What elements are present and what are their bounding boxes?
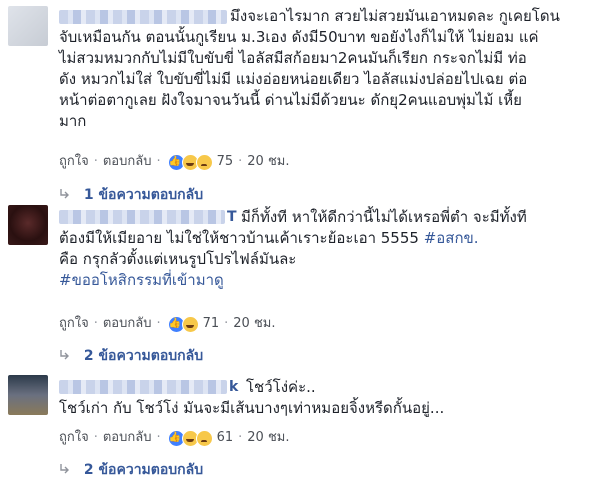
reaction-count: 71 <box>202 316 220 331</box>
comment-line: มาก <box>59 112 87 130</box>
view-replies-link[interactable]: 2 ข้อความตอบกลับ <box>59 461 203 479</box>
replies-count-label: 2 ข้อความตอบกลับ <box>83 462 204 478</box>
reply-link[interactable]: ตอบกลับ <box>103 429 152 447</box>
comment-text: มึงจะเอาไรมาก สวยไม่สวยมันเอาหมดละ กูเคย… <box>230 6 560 27</box>
replies-count-label: 2 ข้อความตอบกลับ <box>83 348 204 364</box>
comment-text: มีก็ทั้งที หาให้ดีกว่านี้ไม่ได้เหรอพี่ตำ… <box>241 207 527 228</box>
separator-dot: · <box>156 316 161 331</box>
comment-actions: ถูกใจ · ตอบกลับ · 61 · 20 ชม. <box>59 429 289 447</box>
commenter-name-suffix[interactable]: T <box>227 206 237 228</box>
comment-text: โชว์โง่ค่ะ.. <box>246 377 316 398</box>
separator-dot: · <box>238 430 243 445</box>
reply-arrow-icon <box>60 189 69 199</box>
reply-link[interactable]: ตอบกลับ <box>103 315 152 333</box>
reactions[interactable]: 71 <box>167 315 220 333</box>
comment-line: มึงจะเอาไรมาก สวยไม่สวยมันเอาหมดละ กูเคย… <box>230 7 560 25</box>
hashtag-link[interactable]: #ขออโหสิกรรมที่เข้ามาดู <box>59 270 479 291</box>
like-link[interactable]: ถูกใจ <box>59 429 89 447</box>
comment-line: โชว์เก่า กับ โชว์โง่ มันจะมีเส้นบางๆเท่า… <box>59 399 445 417</box>
separator-dot: · <box>238 154 243 169</box>
hashtag-link[interactable]: #อสกข. <box>424 229 479 247</box>
avatar[interactable] <box>8 375 48 415</box>
comment-line: มีก็ทั้งที หาให้ดีกว่านี้ไม่ได้เหรอพี่ตำ… <box>241 208 527 226</box>
timestamp[interactable]: 20 ชม. <box>247 153 289 171</box>
timestamp[interactable]: 20 ชม. <box>247 429 289 447</box>
comment-line: หน้าต่อตากูเลย ฝังใจมาจนวันนี้ ด่านไม่มี… <box>59 91 522 109</box>
sad-reaction-icon <box>195 153 213 171</box>
comment-actions: ถูกใจ · ตอบกลับ · 75 · 20 ชม. <box>59 153 289 171</box>
separator-dot: · <box>93 154 98 169</box>
comment-line: คือ กรุกลัวตั้งแต่เหนรูปโปรไฟล์มันละ <box>59 250 297 268</box>
comment-1: มึงจะเอาไรมาก สวยไม่สวยมันเอาหมดละ กูเคย… <box>0 0 600 203</box>
separator-dot: · <box>224 316 229 331</box>
like-link[interactable]: ถูกใจ <box>59 315 89 333</box>
reply-arrow-icon <box>60 350 69 360</box>
view-replies-link[interactable]: 1 ข้อความตอบกลับ <box>59 186 203 204</box>
sad-reaction-icon <box>195 429 213 447</box>
separator-dot: · <box>93 316 98 331</box>
comment-line: โชว์โง่ค่ะ.. <box>246 378 316 396</box>
comment-line: ไม่สวมหมวกกับไม่มีใบขับขี่ ไอลัสมีสก้อยม… <box>59 49 527 67</box>
comment-3: k โชว์โง่ค่ะ.. โชว์เก่า กับ โชว์โง่ มันจ… <box>0 375 600 485</box>
view-replies-link[interactable]: 2 ข้อความตอบกลับ <box>59 347 203 365</box>
separator-dot: · <box>156 154 161 169</box>
commenter-name-suffix[interactable]: k <box>229 376 238 398</box>
commenter-name-redacted[interactable] <box>59 10 227 24</box>
reaction-count: 75 <box>216 154 234 169</box>
timestamp[interactable]: 20 ชม. <box>233 315 275 333</box>
avatar[interactable] <box>8 6 48 46</box>
comment-line: จับเหมือนกัน ตอนนั้นกูเรียน ม.3เอง ดังมี… <box>59 28 539 46</box>
haha-reaction-icon <box>181 315 199 333</box>
replies-count-label: 1 ข้อความตอบกลับ <box>83 187 204 203</box>
reactions[interactable]: 75 <box>167 153 234 171</box>
separator-dot: · <box>156 430 161 445</box>
comment-line: ต้องมีให้เมียอาย ไม่ใช่ให้ชาวบ้านเค้าเรา… <box>59 229 419 247</box>
comment-text: โชว์เก่า กับ โชว์โง่ มันจะมีเส้นบางๆเท่า… <box>59 398 444 419</box>
reactions[interactable]: 61 <box>167 429 234 447</box>
reaction-count: 61 <box>216 430 234 445</box>
like-link[interactable]: ถูกใจ <box>59 153 89 171</box>
commenter-name-redacted[interactable] <box>59 210 225 224</box>
comment-2: T มีก็ทั้งที หาให้ดีกว่านี้ไม่ได้เหรอพี่… <box>0 205 600 365</box>
avatar[interactable] <box>8 205 48 245</box>
comment-text: จับเหมือนกัน ตอนนั้นกูเรียน ม.3เอง ดังมี… <box>59 27 539 132</box>
reply-arrow-icon <box>60 464 69 474</box>
comment-text: ต้องมีให้เมียอาย ไม่ใช่ให้ชาวบ้านเค้าเรา… <box>59 228 479 291</box>
reply-link[interactable]: ตอบกลับ <box>103 153 152 171</box>
comment-line: ดัง หมวกไม่ใส่ ใบขับขี่ไม่มี แม่งอ่อยหน่… <box>59 70 528 88</box>
comment-actions: ถูกใจ · ตอบกลับ · 71 · 20 ชม. <box>59 315 275 333</box>
commenter-name-redacted[interactable] <box>59 380 227 394</box>
separator-dot: · <box>93 430 98 445</box>
